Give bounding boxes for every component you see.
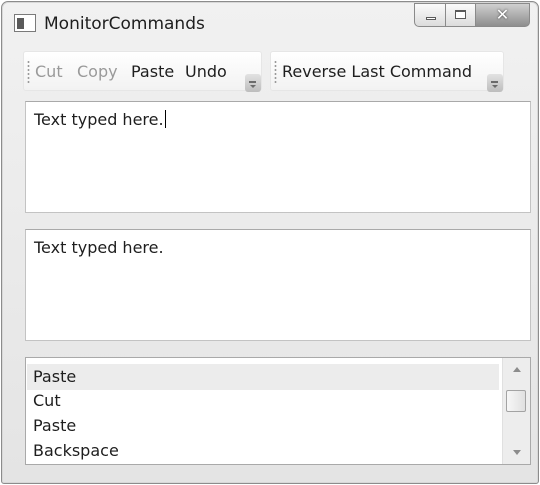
scroll-up-icon[interactable]: [513, 367, 521, 372]
vertical-scrollbar[interactable]: [502, 358, 530, 464]
close-icon: ✕: [495, 5, 510, 24]
minimize-icon: [426, 17, 436, 20]
toolbar-overflow-button[interactable]: [245, 74, 261, 92]
cut-button[interactable]: Cut: [35, 62, 63, 81]
reverse-last-command-button[interactable]: Reverse Last Command: [282, 62, 472, 81]
paste-button[interactable]: Paste: [131, 62, 174, 81]
close-button[interactable]: ✕: [476, 3, 530, 27]
overflow-chevron-icon: [491, 81, 498, 88]
toolbar-overflow-button[interactable]: [487, 74, 503, 92]
maximize-icon: [455, 10, 466, 19]
text-input-2[interactable]: Text typed here.: [25, 229, 531, 341]
overflow-chevron-icon: [249, 81, 256, 88]
title-bar[interactable]: MonitorCommands ✕: [2, 2, 538, 38]
toolbar-grip-icon[interactable]: [274, 60, 277, 84]
caption-buttons: ✕: [414, 3, 530, 29]
maximize-button[interactable]: [446, 3, 476, 27]
list-item[interactable]: Paste: [27, 364, 499, 390]
text-input-1-value: Text typed here.: [34, 110, 166, 129]
app-window: MonitorCommands ✕ Cut Copy Paste Undo Re…: [1, 1, 539, 484]
window-title: MonitorCommands: [44, 14, 205, 34]
minimize-button[interactable]: [414, 3, 446, 27]
scroll-down-icon[interactable]: [513, 450, 521, 455]
list-item[interactable]: Cut: [27, 388, 499, 414]
app-icon[interactable]: [14, 14, 36, 32]
command-toolbar: Reverse Last Command: [270, 51, 504, 92]
toolbar-grip-icon[interactable]: [27, 60, 30, 84]
command-history-list[interactable]: Paste Cut Paste Backspace: [25, 357, 531, 465]
copy-button[interactable]: Copy: [77, 62, 118, 81]
text-input-1[interactable]: Text typed here.: [25, 101, 531, 213]
undo-button[interactable]: Undo: [185, 62, 227, 81]
text-input-2-value: Text typed here.: [34, 238, 164, 257]
list-item[interactable]: Paste: [27, 413, 499, 439]
list-item[interactable]: Backspace: [27, 438, 499, 464]
scroll-thumb[interactable]: [506, 390, 526, 412]
edit-toolbar: Cut Copy Paste Undo: [23, 51, 262, 92]
text-caret: [164, 110, 166, 128]
